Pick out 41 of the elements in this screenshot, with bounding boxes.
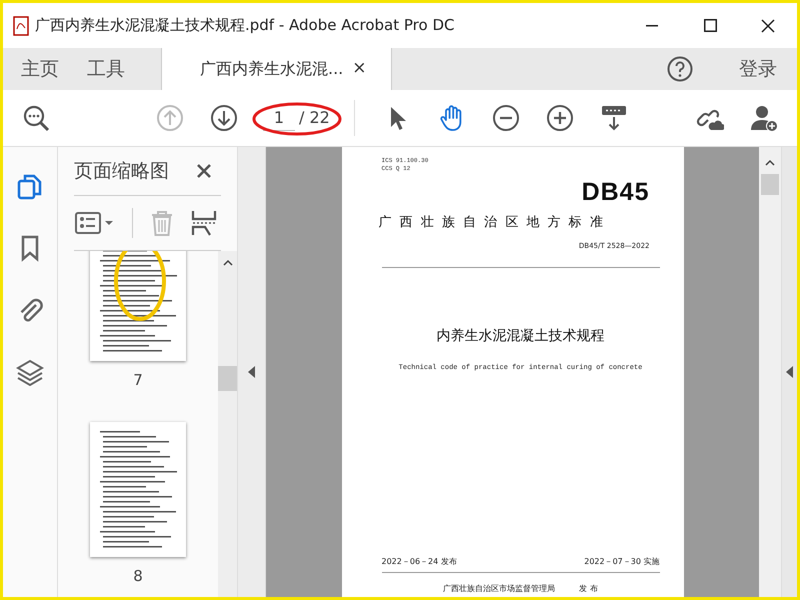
close-tab-button[interactable]: ×	[352, 56, 367, 82]
pdf-file-icon	[13, 16, 29, 36]
page-thumbnail[interactable]	[90, 422, 186, 556]
insert-page-icon	[190, 209, 218, 237]
page-number: 8	[133, 566, 143, 586]
issuer: 广西壮族自治区市场监督管理局	[443, 582, 556, 595]
scroll-up-icon	[222, 259, 232, 266]
keyboard-down-icon	[600, 104, 628, 132]
close-icon	[196, 163, 212, 179]
pages-icon	[16, 172, 44, 200]
zoom-out-icon	[492, 104, 520, 132]
minimize-icon	[646, 24, 658, 26]
issuer-action: 发 布	[579, 582, 598, 595]
tab[interactable]: 主页	[3, 48, 73, 90]
page-number-field[interactable]: 1	[263, 106, 295, 130]
tab[interactable]: 工具	[73, 48, 139, 90]
window-title: 广西内养生水泥混凝土技术规程.pdf - Adobe Acrobat Pro DC	[35, 15, 456, 36]
close-icon	[761, 18, 775, 32]
layers-icon	[16, 358, 44, 386]
effective-date: 2022－07－30 实施	[584, 556, 660, 568]
page-thumbnail[interactable]	[90, 251, 186, 361]
scrollbar-thumb[interactable]	[218, 366, 237, 391]
add-user-icon	[750, 104, 778, 132]
arrow-down-icon	[210, 104, 238, 132]
collapse-left-icon	[786, 366, 794, 378]
document-title: 内养生水泥混凝土技术规程	[436, 327, 606, 346]
panel-title: 页面缩略图	[74, 158, 169, 184]
collapse-left-icon	[248, 366, 256, 378]
page-number: 7	[133, 370, 143, 391]
standard-logo: DB45	[582, 176, 650, 208]
maximize-icon	[704, 19, 716, 32]
zoom-search-icon	[22, 104, 50, 132]
login-button[interactable]: 登录	[725, 48, 791, 90]
scrollbar-thumb[interactable]	[761, 174, 779, 195]
page-total: / 22	[299, 107, 330, 129]
scroll-up-icon	[765, 159, 775, 166]
issue-date: 2022－06－24 发布	[382, 556, 457, 568]
arrow-up-icon	[156, 104, 184, 132]
help-icon	[667, 56, 693, 82]
zoom-in-icon	[546, 104, 574, 132]
standard-type: 广 西 壮 族 自 治 区 地 方 标 准	[378, 214, 606, 232]
